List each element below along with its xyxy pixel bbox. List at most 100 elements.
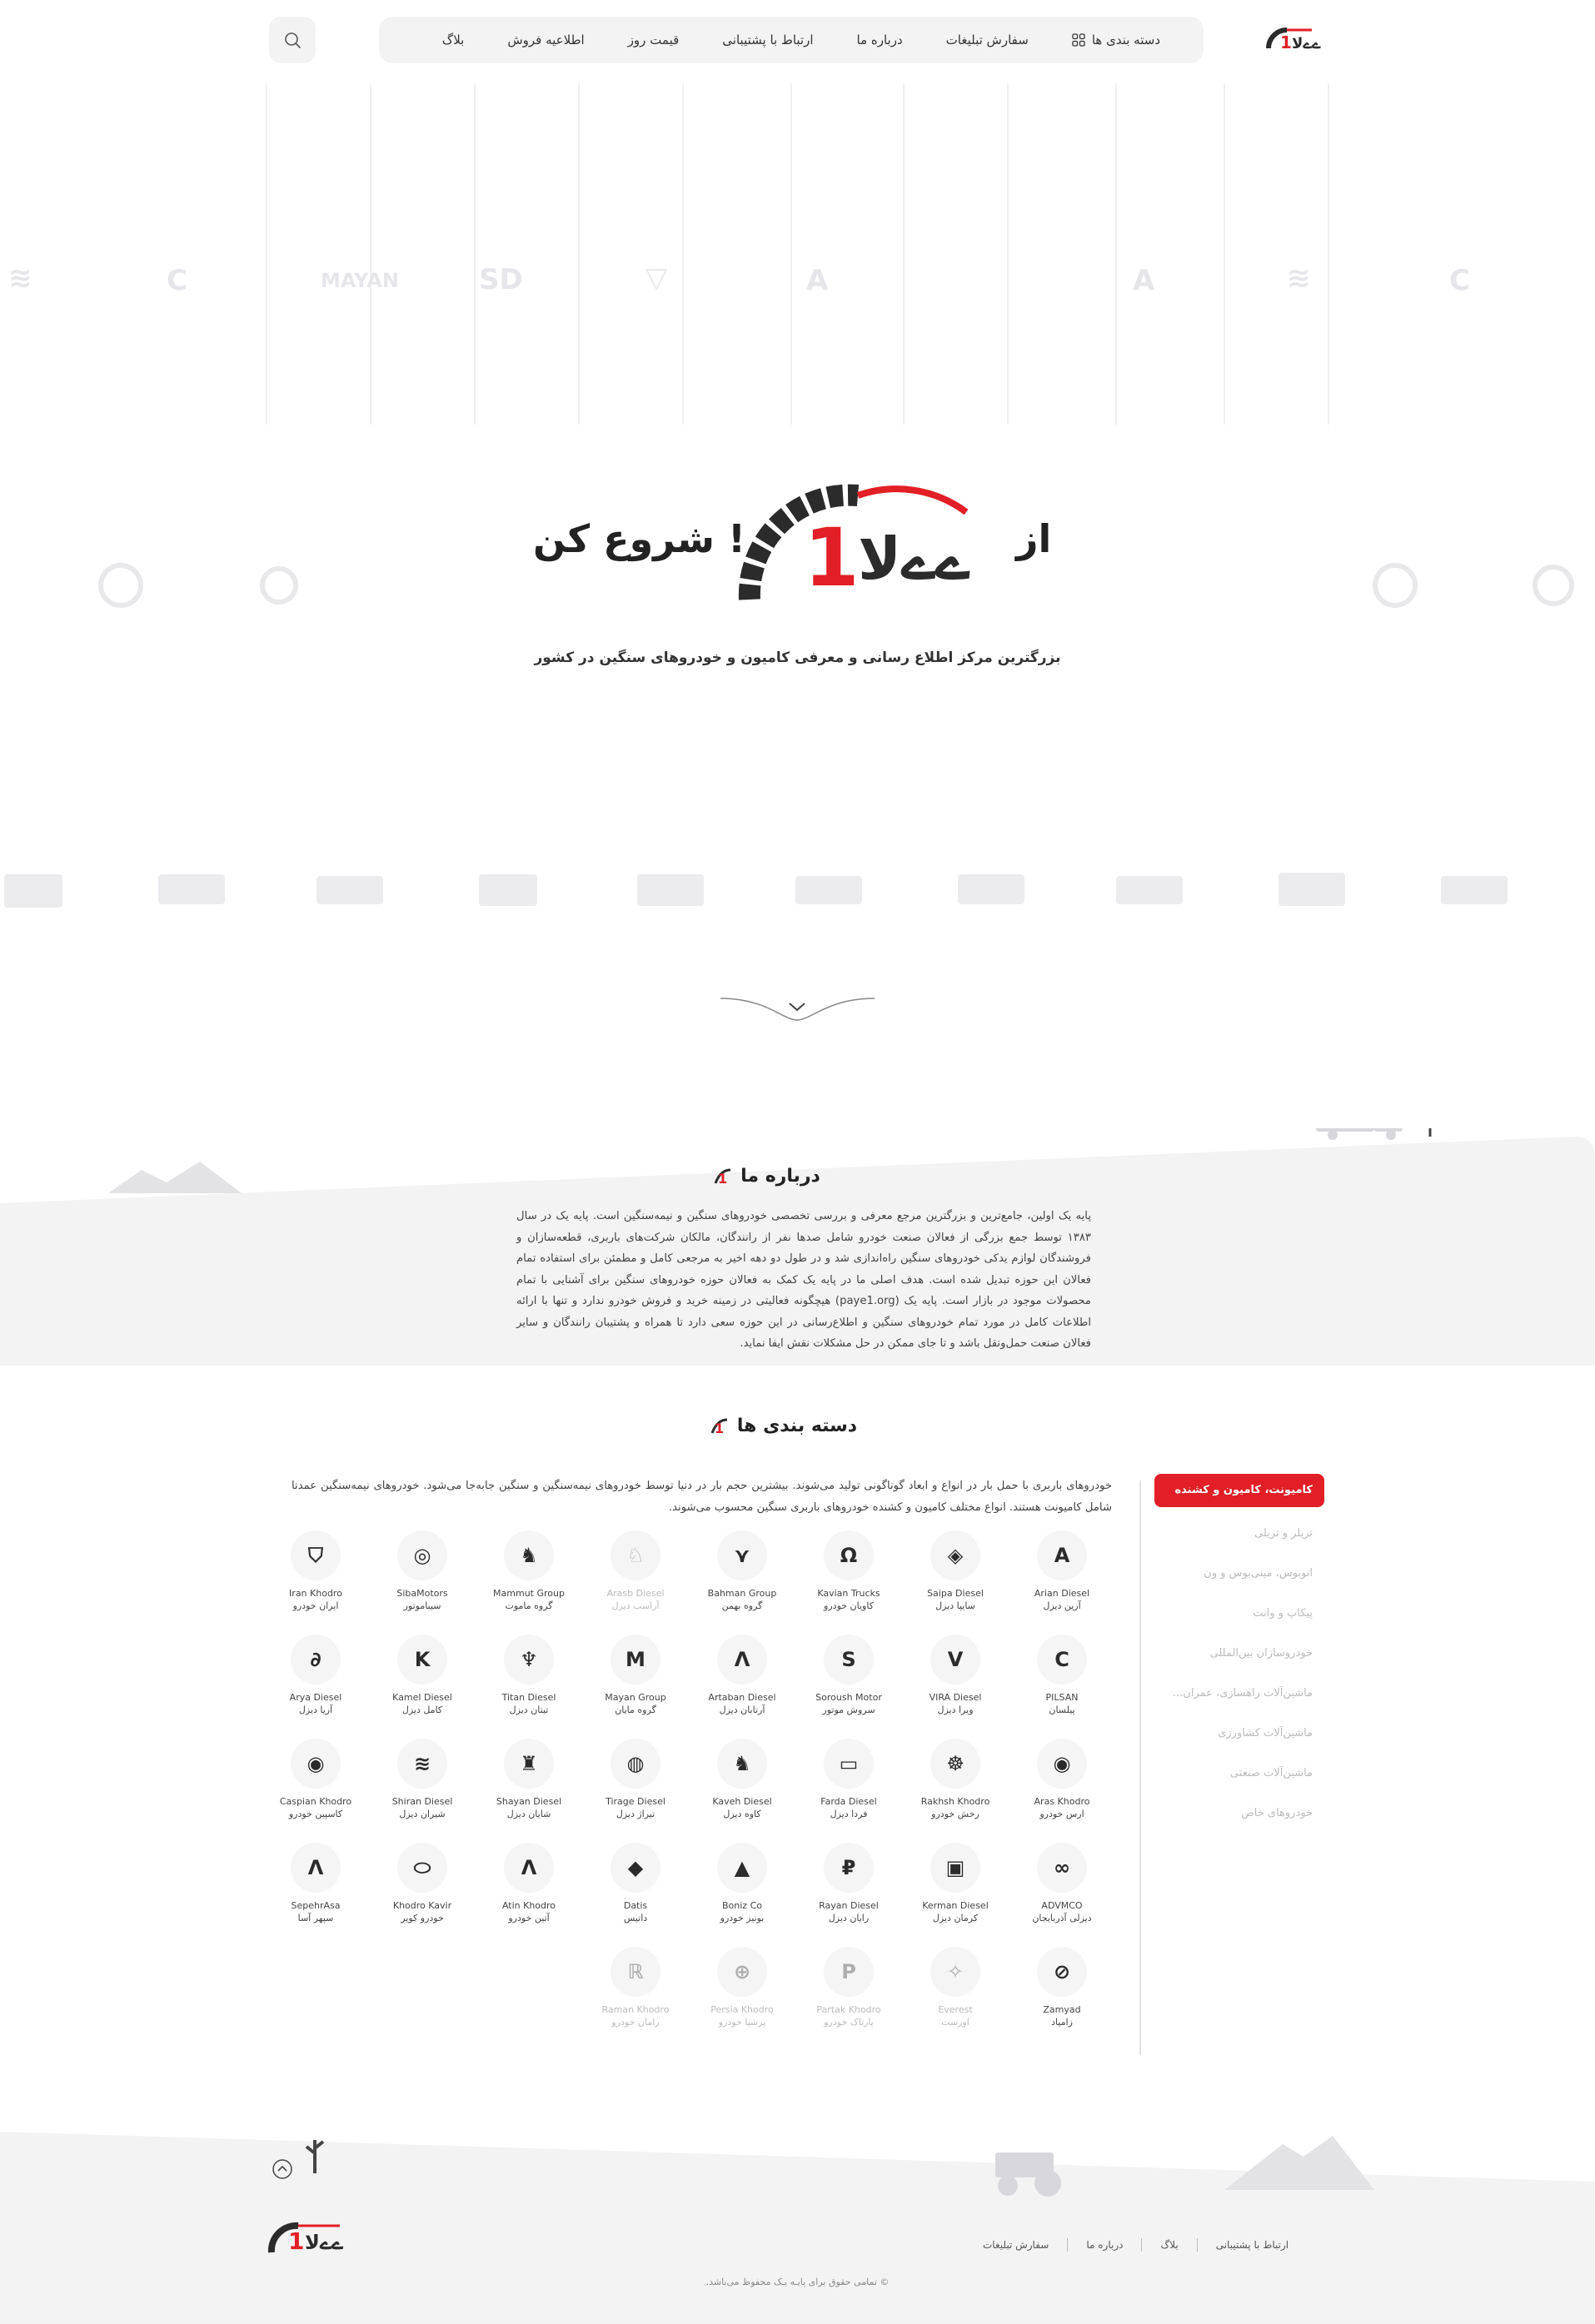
brand-logo-circle: ⋎ xyxy=(717,1530,767,1580)
back-to-top-button[interactable] xyxy=(272,2158,293,2180)
search-button[interactable] xyxy=(269,17,316,63)
nav-label: ارتباط با پشتیبانی xyxy=(722,32,814,47)
nav-item-daily-price[interactable]: قیمت روز xyxy=(606,32,701,47)
brand-logo-circle: ≋ xyxy=(397,1739,447,1789)
brand-card[interactable]: ⊘ Zamyad زامیاد xyxy=(1016,1947,1108,2028)
sidebar-item-construction[interactable]: ماشین‌آلات راهسازی، عمران... xyxy=(1141,1674,1324,1714)
brand-logo-circle: S xyxy=(824,1635,874,1685)
scroll-down-button[interactable] xyxy=(716,987,879,1028)
sidebar-item-trailers[interactable]: تریلر و تریلی xyxy=(1141,1514,1324,1554)
sidebar-item-pickups[interactable]: پیکاپ و وانت xyxy=(1141,1594,1324,1634)
brand-name-en: Partak Khodro xyxy=(816,2004,881,2015)
chevron-down-icon xyxy=(789,1003,805,1012)
brand-card[interactable]: P Partak Khodro پارتاک خودرو xyxy=(803,1947,895,2028)
hero-logo: 1 ےےلا xyxy=(738,484,970,605)
grid-icon xyxy=(1072,33,1085,47)
brand-card[interactable]: ◆ Datis داتیس xyxy=(590,1843,681,1924)
brand-logo-circle: Λ xyxy=(717,1635,767,1685)
brand-card[interactable]: Ʌ SepehrAsa سپهر آسا xyxy=(270,1843,361,1924)
brand-card[interactable]: Λ Atin Khodro آتین خودرو xyxy=(483,1843,575,1924)
brand-card[interactable]: Ω Kavian Trucks کاویان خودرو xyxy=(803,1530,895,1612)
brand-name-en: Farda Diesel xyxy=(820,1796,877,1807)
site-logo[interactable]: 1 ےےلا xyxy=(1262,23,1328,57)
nav-item-advertising[interactable]: سفارش تبلیغات xyxy=(925,32,1050,47)
brand-name-fa: ایران خودرو xyxy=(292,1600,339,1611)
brand-logo-circle: ∞ xyxy=(1037,1843,1087,1893)
farda-logo-icon: ▭ xyxy=(840,1752,859,1775)
brand-name-en: Arya Diesel xyxy=(289,1692,342,1703)
svg-text:♜: ♜ xyxy=(520,1752,538,1775)
brand-name-en: VIRA Diesel xyxy=(929,1692,982,1703)
sidebar-item-international[interactable]: خودروسازان بین‌المللی xyxy=(1141,1634,1324,1674)
brand-card[interactable]: ▲ Boniz Co بونیز خودرو xyxy=(696,1843,788,1924)
datis-logo-icon: ◆ xyxy=(628,1856,644,1879)
brand-card[interactable]: V VIRA Diesel ویرا دیزل xyxy=(910,1635,1001,1716)
nav-item-blog[interactable]: بلاگ xyxy=(421,32,486,47)
svg-text:⊘: ⊘ xyxy=(1054,1960,1070,1983)
brand-card[interactable]: ◍ Tirage Diesel تیراژ دیزل xyxy=(590,1739,681,1820)
svg-text:ےےلا: ےےلا xyxy=(858,525,970,593)
brand-card[interactable]: ⊕ Persia Khodro پرشیا خودرو xyxy=(696,1947,788,2028)
footer-link-about[interactable]: درباره ما xyxy=(1086,2239,1123,2251)
brand-card[interactable]: ◈ Saipa Diesel سایپا دیزل xyxy=(910,1530,1001,1612)
brand-card[interactable]: ◎ SibaMotors سیباموتور xyxy=(376,1530,468,1612)
brand-card[interactable]: ◉ Caspian Khodro کاسپین خودرو xyxy=(270,1739,361,1820)
sidebar-item-industrial[interactable]: ماشین‌آلات صنعتی xyxy=(1141,1754,1324,1794)
brand-card[interactable]: ≋ Shiran Diesel شیران دیزل xyxy=(376,1739,468,1820)
footer-logo[interactable]: 1 ےےلا xyxy=(265,2219,361,2257)
brand-card[interactable]: Λ Artaban Diesel آرتابان دیزل xyxy=(696,1635,788,1716)
brand-card[interactable]: ♆ Titan Diesel تیتان دیزل xyxy=(483,1635,575,1716)
sidebar-item-trucks[interactable]: کامیونت، کامیون و کشنده xyxy=(1154,1474,1324,1507)
brand-name-en: Shayan Diesel xyxy=(496,1796,562,1807)
brand-card[interactable]: ▭ Farda Diesel فردا دیزل xyxy=(803,1739,895,1820)
brand-card[interactable]: ⛉ Iran Khodro ایران خودرو xyxy=(270,1530,361,1612)
brand-card[interactable]: ∂ Arya Diesel آریا دیزل xyxy=(270,1635,361,1716)
kavir-logo-icon: ⬭ xyxy=(414,1856,431,1879)
brand-name-fa: رایان دیزل xyxy=(828,1913,870,1923)
brand-card[interactable]: ♞ Kaveh Diesel کاوه دیزل xyxy=(696,1739,788,1820)
brand-card[interactable]: ℝ Raman Khodro رامان خودرو xyxy=(590,1947,681,2028)
brand-card[interactable]: S Soroush Motor سروش موتور xyxy=(803,1635,895,1716)
shiran-logo-icon: ≋ xyxy=(414,1752,431,1775)
nav-item-sales-notice[interactable]: اطلاعیه فروش xyxy=(486,32,606,47)
footer-link-blog[interactable]: بلاگ xyxy=(1160,2239,1178,2251)
brand-logo-circle: ♞ xyxy=(504,1530,554,1580)
brand-logo-circle: С xyxy=(1037,1635,1087,1685)
brand-name-fa: زامیاد xyxy=(1051,2017,1073,2028)
brand-card[interactable]: ₽ Rayan Diesel رایان دیزل xyxy=(803,1843,895,1924)
brand-card[interactable]: ♞ Mammut Group گروه ماموت xyxy=(483,1530,575,1612)
brand-card[interactable]: ♘ Arasb Diesel آراسب دیزل xyxy=(590,1530,681,1612)
brand-card[interactable]: ✧ Everest اورست xyxy=(910,1947,1001,2028)
brand-logo-circle: P xyxy=(824,1947,874,1997)
nav-item-about[interactable]: درباره ما xyxy=(835,32,925,47)
brand-card[interactable]: K Kamel Diesel کامل دیزل xyxy=(376,1635,468,1716)
brand-card[interactable]: С PILSAN پیلسان xyxy=(1016,1635,1108,1716)
brand-card[interactable]: ☸ Rakhsh Khodro رخش خودرو xyxy=(910,1739,1001,1820)
kamel-logo-icon: K xyxy=(415,1648,431,1671)
brand-card[interactable]: ∞ ADVMCO دیزلی آذربایجان xyxy=(1016,1843,1108,1924)
brand-card[interactable]: M Mayan Group گروه مایان xyxy=(590,1635,681,1716)
footer-link-advertising[interactable]: سفارش تبلیغات xyxy=(983,2239,1049,2251)
nav-item-support[interactable]: ارتباط با پشتیبانی xyxy=(700,32,835,47)
nav-label: دسته بندی ها xyxy=(1091,32,1160,47)
svg-text:M: M xyxy=(626,1648,645,1671)
sidebar-item-agriculture[interactable]: ماشین‌آلات کشاورزی xyxy=(1141,1714,1324,1754)
brand-name-fa: اورست xyxy=(941,2017,969,2028)
brand-card[interactable]: ◉ Aras Khodro ارس خودرو xyxy=(1016,1739,1108,1820)
sidebar-item-special[interactable]: خودروهای خاص xyxy=(1141,1794,1324,1834)
svg-text:♘: ♘ xyxy=(626,1544,645,1567)
brand-card[interactable]: ⋎ Bahman Group گروه بهمن xyxy=(696,1530,788,1612)
sidebar-item-buses[interactable]: اتوبوس، مینی‌بوس و ون xyxy=(1141,1554,1324,1594)
nav-item-categories[interactable]: دسته بندی ها xyxy=(1050,32,1182,47)
brand-card[interactable]: ⬭ Khodro Kavir خودرو کویر xyxy=(376,1843,468,1924)
brand-card[interactable]: ▣ Kerman Diesel کرمان دیزل xyxy=(910,1843,1001,1924)
footer-link-support[interactable]: ارتباط با پشتیبانی xyxy=(1216,2239,1288,2251)
brand-card[interactable]: A Arian Diesel آرین دیزل xyxy=(1016,1530,1108,1612)
svg-text:S: S xyxy=(841,1648,855,1671)
brand-name-en: Mayan Group xyxy=(605,1692,666,1703)
brand-name-en: Iran Khodro xyxy=(289,1588,342,1599)
svg-text:1: 1 xyxy=(715,1421,724,1436)
brand-logo-circle: K xyxy=(397,1635,447,1685)
brand-name-fa: سروش موتور xyxy=(822,1704,875,1715)
brand-card[interactable]: ♜ Shayan Diesel شایان دیزل xyxy=(483,1739,575,1820)
